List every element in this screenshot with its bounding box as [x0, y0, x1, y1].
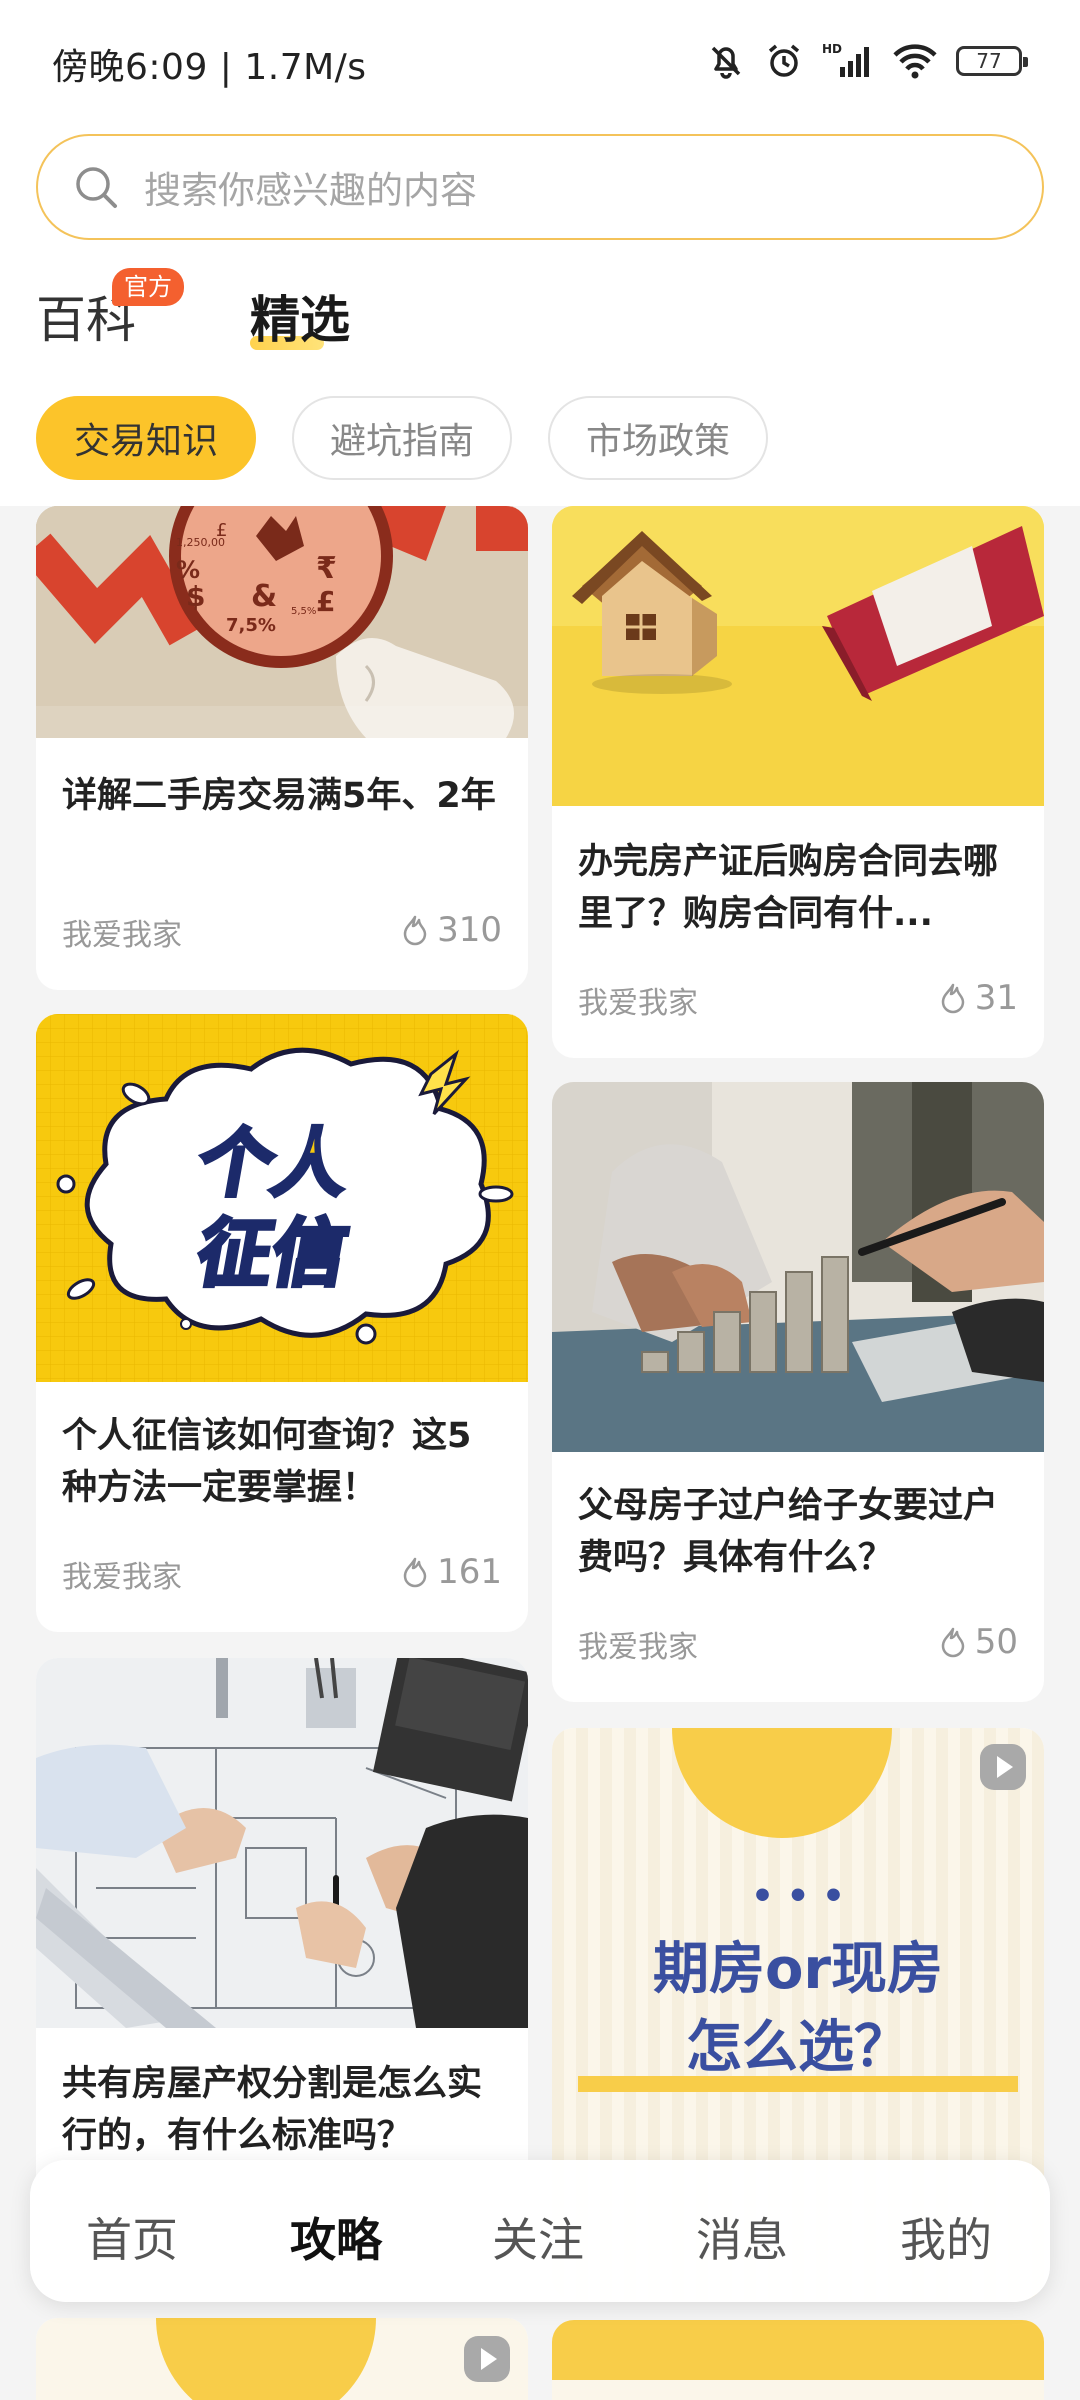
article-thumbnail — [552, 1082, 1044, 1452]
article-thumbnail — [552, 506, 1044, 806]
like-count: 31 — [939, 978, 1018, 1018]
flame-icon — [941, 1627, 964, 1658]
article-title: 办完房产证后购房合同去哪里了？购房合同有什... — [578, 842, 999, 934]
image-text: 5,5% — [291, 606, 316, 617]
flame-icon — [403, 915, 427, 946]
like-count-value: 50 — [974, 1622, 1018, 1662]
wifi-icon — [893, 44, 937, 79]
image-text: 7,5% — [226, 615, 276, 636]
filter-chips: 交易知识 避坑指南 市场政策 — [36, 396, 769, 480]
blueprint-image — [36, 1658, 528, 2028]
coins-desk-image — [552, 1082, 1044, 1452]
article-title: 共有房屋产权分割是怎么实行的，有什么标准吗？ — [62, 2064, 483, 2156]
article-card[interactable]: 个人 征信 个人征信该如何查询？这5种方法一定要掌握！ 我爱我家 161 — [36, 1014, 528, 1632]
search-placeholder: 搜索你感兴趣的内容 — [144, 169, 477, 212]
article-card[interactable]: 父母房子过户给子女要过户费吗？具体有什么？ 我爱我家 50 — [552, 1082, 1044, 1702]
battery-icon: 77 — [956, 46, 1028, 76]
play-video-icon[interactable] — [462, 2334, 512, 2384]
status-icons: HD 77 — [706, 36, 1028, 86]
article-author: 我爱我家 — [578, 1630, 698, 1665]
like-count-value: 310 — [437, 910, 502, 950]
chip-market-policy[interactable]: 市场政策 — [548, 396, 769, 480]
nav-home[interactable]: 首页 — [86, 2204, 178, 2270]
house-model-image — [552, 506, 1044, 806]
nav-guide[interactable]: 攻略 — [290, 2204, 382, 2270]
article-author: 我爱我家 — [62, 1560, 182, 1595]
article-card[interactable] — [552, 2320, 1044, 2400]
battery-level: 77 — [976, 49, 1002, 73]
tab-jingxuan[interactable]: 精选 — [250, 280, 350, 352]
image-text: $ — [186, 580, 205, 613]
article-thumbnail: 1,250,00 % £ ₹ $ & 7,5% 5,5% £ — [36, 506, 528, 738]
nav-messages[interactable]: 消息 — [696, 2204, 788, 2270]
article-title: 个人征信该如何查询？这5种方法一定要掌握！ — [62, 1416, 472, 1508]
video-card[interactable] — [36, 2318, 528, 2400]
chip-trade-knowledge[interactable]: 交易知识 — [36, 396, 257, 480]
flame-icon — [941, 983, 964, 1014]
credit-report-image: 个人 征信 — [36, 1014, 528, 1382]
article-author: 我爱我家 — [62, 918, 182, 953]
flame-icon — [403, 1557, 427, 1588]
status-time: 傍晚6:09 | 1.7M/s — [52, 47, 367, 88]
official-badge: 官方 — [112, 268, 184, 306]
like-count: 161 — [401, 1552, 502, 1592]
video-thumbnail — [36, 2318, 528, 2400]
image-text: 怎么选？ — [686, 2015, 910, 2080]
image-text: £ — [216, 520, 227, 541]
nav-mine[interactable]: 我的 — [900, 2204, 992, 2270]
image-text: 期房or现房 — [653, 1937, 943, 2002]
tab-baike[interactable]: 百科 官方 — [36, 268, 184, 352]
magnifier-finance-image: 1,250,00 % £ ₹ $ & 7,5% 5,5% £ — [36, 506, 528, 738]
like-count: 310 — [401, 910, 502, 950]
image-text: • • • — [751, 1876, 845, 1917]
signal-hd-icon: HD — [822, 42, 869, 77]
like-count-value: 31 — [974, 978, 1018, 1018]
image-text: & — [251, 579, 277, 614]
article-card[interactable]: 1,250,00 % £ ₹ $ & 7,5% 5,5% £ 详解二手房交易满5… — [36, 506, 528, 990]
article-card[interactable]: 办完房产证后购房合同去哪里了？购房合同有什... 我爱我家 31 — [552, 506, 1044, 1058]
header: 傍晚6:09 | 1.7M/s HD 77 搜索你感兴趣的内容 百科 官方 精选… — [0, 0, 1080, 506]
search-input[interactable]: 搜索你感兴趣的内容 — [36, 134, 1044, 240]
search-icon — [76, 167, 117, 208]
like-count: 50 — [939, 1622, 1018, 1662]
article-title: 父母房子过户给子女要过户费吗？具体有什么？ — [578, 1486, 999, 1578]
bottom-navigation: 首页 攻略 关注 消息 我的 — [30, 2160, 1050, 2302]
svg-text:HD: HD — [822, 42, 842, 56]
like-count-value: 161 — [437, 1552, 502, 1592]
article-thumbnail — [552, 2320, 1044, 2400]
mute-bell-icon — [711, 46, 741, 79]
app-screen: 傍晚6:09 | 1.7M/s HD 77 搜索你感兴趣的内容 百科 官方 精选… — [0, 0, 1080, 2400]
status-bar: 傍晚6:09 | 1.7M/s HD 77 — [0, 30, 1080, 92]
chip-pitfall-guide[interactable]: 避坑指南 — [292, 396, 513, 480]
article-author: 我爱我家 — [578, 986, 698, 1021]
svg-text:£: £ — [316, 585, 335, 618]
image-text: ₹ — [316, 551, 337, 586]
article-thumbnail — [36, 1658, 528, 2028]
image-text: 个人 — [192, 1121, 356, 1207]
article-title: 详解二手房交易满5年、2年 — [62, 776, 496, 816]
article-thumbnail: 个人 征信 — [36, 1014, 528, 1382]
play-video-icon[interactable] — [978, 1742, 1028, 1792]
alarm-icon — [768, 44, 800, 77]
image-text: 征信 — [191, 1211, 354, 1297]
nav-follow[interactable]: 关注 — [492, 2204, 584, 2270]
